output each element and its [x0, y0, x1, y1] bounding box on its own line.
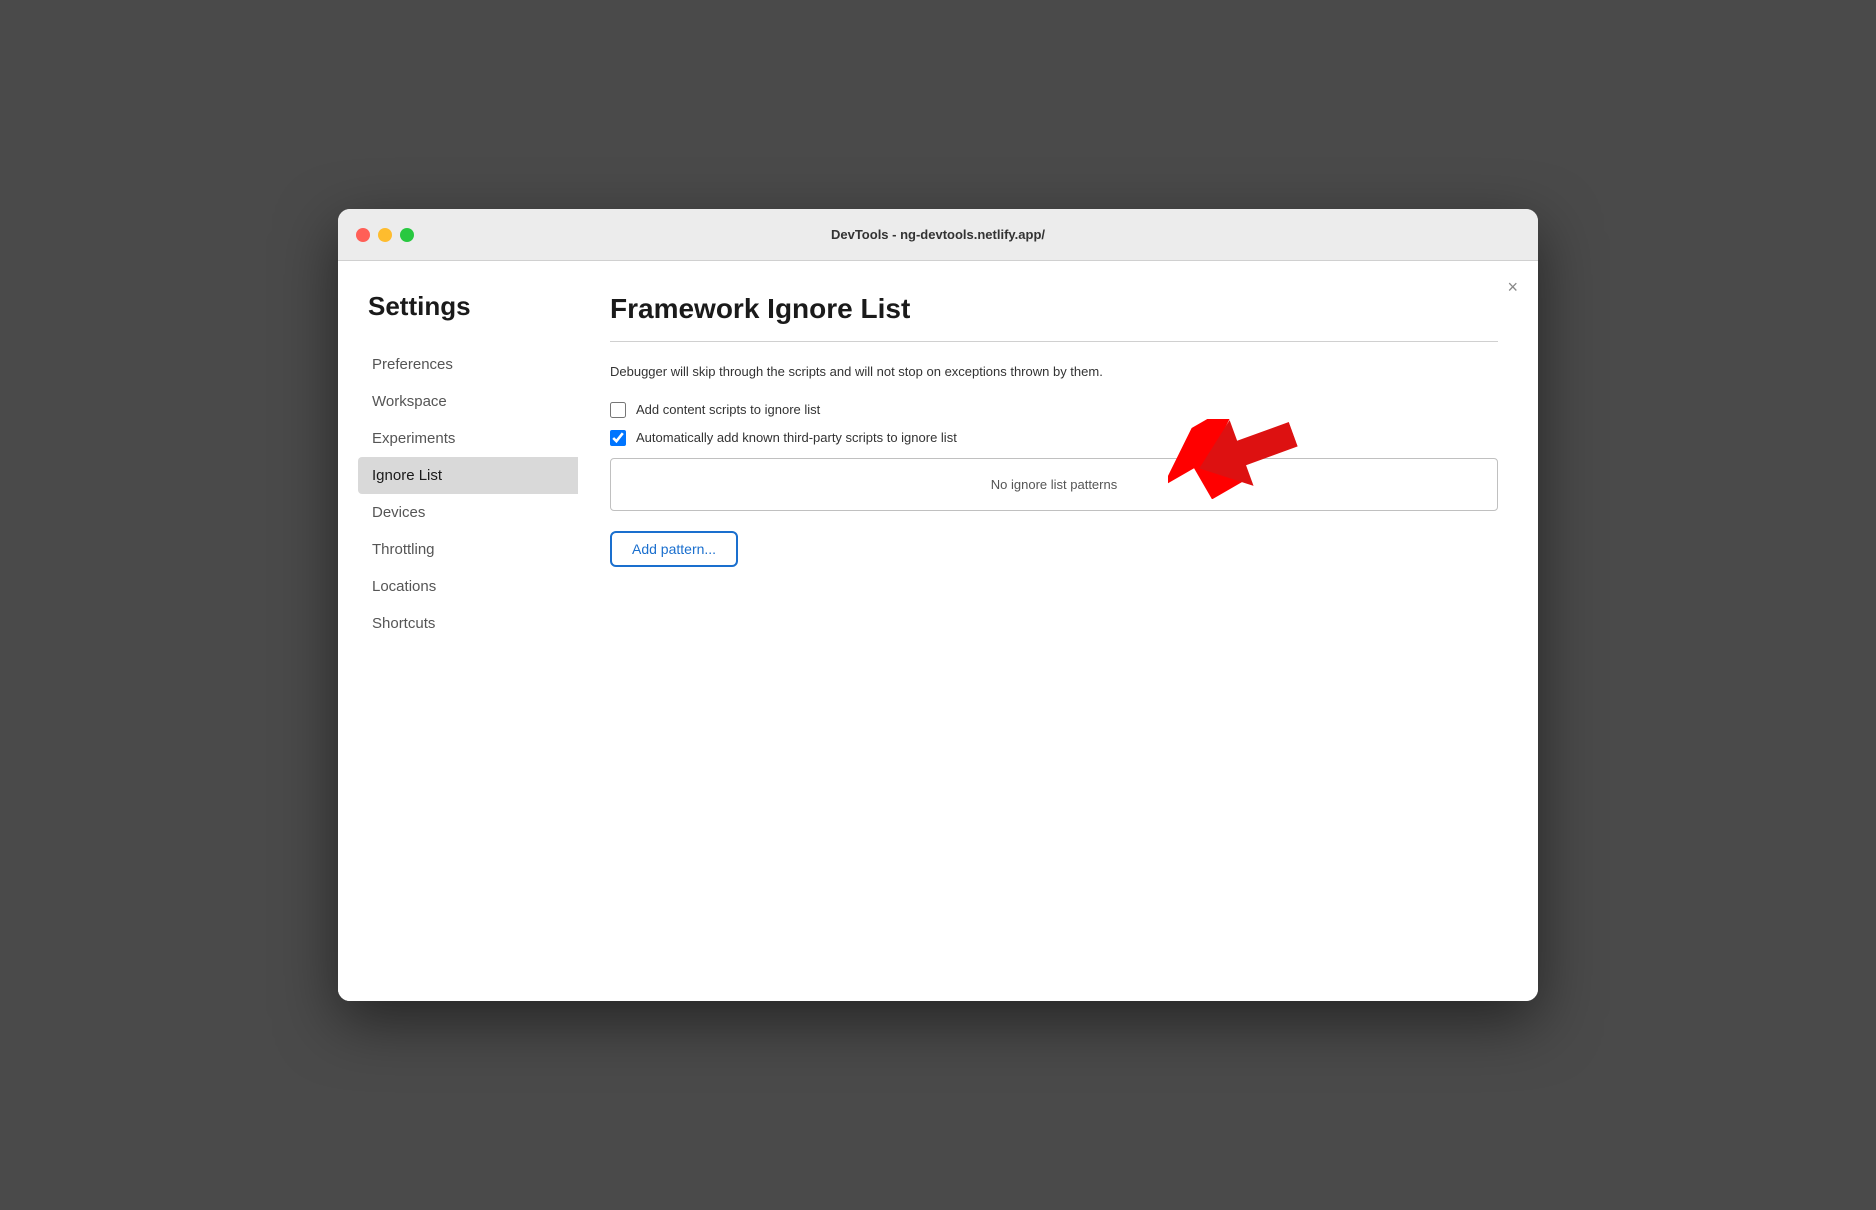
- checkbox-row-third-party: Automatically add known third-party scri…: [610, 430, 1498, 446]
- add-pattern-button[interactable]: Add pattern...: [610, 531, 738, 567]
- sidebar-item-ignore-list[interactable]: Ignore List: [358, 457, 578, 494]
- close-window-button[interactable]: [356, 228, 370, 242]
- window-body: Settings Preferences Workspace Experimen…: [338, 261, 1538, 1001]
- divider: [610, 341, 1498, 342]
- page-title: Framework Ignore List: [610, 293, 1498, 325]
- sidebar-item-workspace[interactable]: Workspace: [358, 383, 578, 420]
- window-title: DevTools - ng-devtools.netlify.app/: [831, 227, 1045, 242]
- main-content: × Framework Ignore List Debugger will sk…: [578, 261, 1538, 1001]
- window-controls: [356, 228, 414, 242]
- description-text: Debugger will skip through the scripts a…: [610, 362, 1498, 382]
- no-patterns-box: No ignore list patterns: [610, 458, 1498, 511]
- checkbox-content-scripts[interactable]: [610, 402, 626, 418]
- titlebar: DevTools - ng-devtools.netlify.app/: [338, 209, 1538, 261]
- sidebar-heading: Settings: [358, 291, 578, 322]
- minimize-window-button[interactable]: [378, 228, 392, 242]
- sidebar-item-throttling[interactable]: Throttling: [358, 531, 578, 568]
- close-button[interactable]: ×: [1507, 277, 1518, 298]
- checkbox-third-party[interactable]: [610, 430, 626, 446]
- sidebar-item-shortcuts[interactable]: Shortcuts: [358, 605, 578, 642]
- sidebar-item-locations[interactable]: Locations: [358, 568, 578, 605]
- devtools-window: DevTools - ng-devtools.netlify.app/ Sett…: [338, 209, 1538, 1001]
- sidebar-item-experiments[interactable]: Experiments: [358, 420, 578, 457]
- sidebar-item-preferences[interactable]: Preferences: [358, 346, 578, 383]
- no-patterns-label: No ignore list patterns: [991, 477, 1117, 492]
- checkbox-row-content-scripts: Add content scripts to ignore list: [610, 402, 1498, 418]
- maximize-window-button[interactable]: [400, 228, 414, 242]
- checkbox-third-party-label[interactable]: Automatically add known third-party scri…: [636, 430, 957, 445]
- sidebar: Settings Preferences Workspace Experimen…: [338, 261, 578, 1001]
- checkbox-content-scripts-label[interactable]: Add content scripts to ignore list: [636, 402, 820, 417]
- sidebar-item-devices[interactable]: Devices: [358, 494, 578, 531]
